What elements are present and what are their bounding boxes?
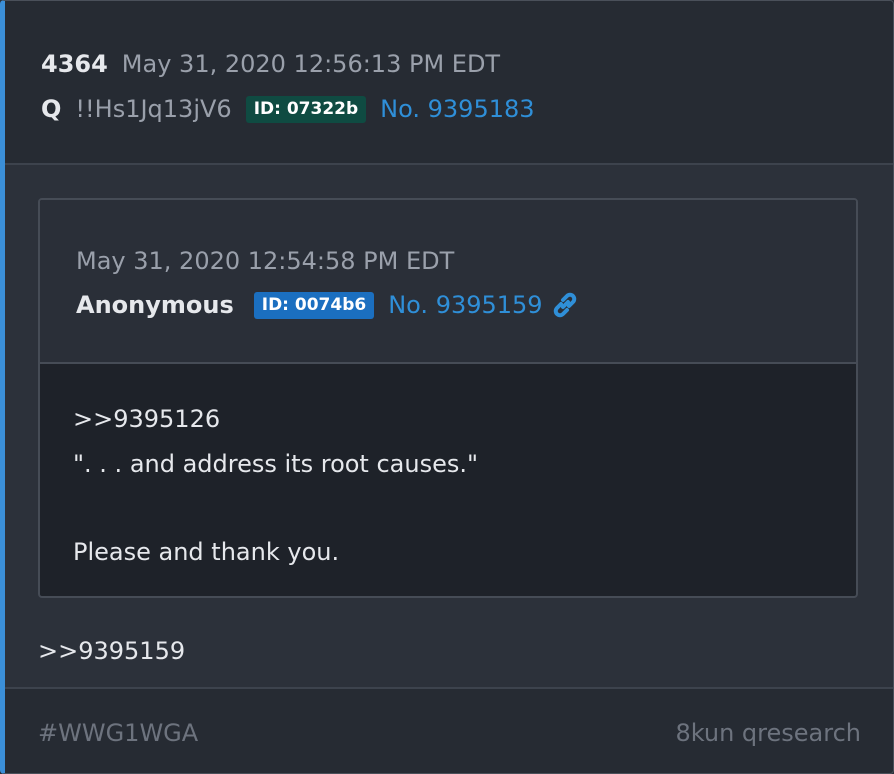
- post-timestamp: May 31, 2020 12:56:13 PM EDT: [121, 50, 501, 78]
- post-tripcode: !!Hs1Jq13jV6: [75, 95, 232, 123]
- quoted-line-reply[interactable]: >>9395126: [73, 405, 220, 433]
- post-reply-ref[interactable]: >>9395159: [38, 637, 185, 665]
- post-number: 4364: [41, 50, 108, 78]
- post-header: 4364 May 31, 2020 12:56:13 PM EDT Q !!Hs…: [5, 1, 893, 165]
- quoted-author: Anonymous: [76, 291, 234, 319]
- source-label: 8kun qresearch: [675, 719, 861, 747]
- post-card: 4364 May 31, 2020 12:56:13 PM EDT Q !!Hs…: [0, 0, 894, 774]
- quoted-timestamp: May 31, 2020 12:54:58 PM EDT: [76, 247, 455, 275]
- link-icon[interactable]: [551, 291, 579, 319]
- poster-id-badge[interactable]: ID: 07322b: [245, 95, 367, 123]
- post-meta-row: 4364 May 31, 2020 12:56:13 PM EDT: [41, 47, 500, 81]
- post-footer: #WWG1WGA 8kun qresearch: [5, 687, 893, 773]
- quoted-line-quote: ". . . and address its root causes.": [73, 450, 479, 478]
- post-number-link[interactable]: No. 9395183: [380, 95, 534, 123]
- quoted-id-badge[interactable]: ID: 0074b6: [253, 291, 375, 319]
- quoted-post-number-link[interactable]: No. 9395159: [388, 291, 542, 319]
- quoted-meta-row: May 31, 2020 12:54:58 PM EDT: [76, 244, 454, 278]
- quoted-post: May 31, 2020 12:54:58 PM EDT Anonymous I…: [38, 198, 858, 598]
- hashtag: #WWG1WGA: [38, 719, 199, 747]
- quoted-post-header: May 31, 2020 12:54:58 PM EDT Anonymous I…: [40, 200, 856, 364]
- quoted-line-thanks: Please and thank you.: [73, 538, 340, 566]
- post-author-row: Q !!Hs1Jq13jV6 ID: 07322b No. 9395183: [41, 91, 535, 127]
- quoted-author-row: Anonymous ID: 0074b6 No. 9395159: [76, 287, 579, 323]
- post-author: Q: [41, 95, 62, 123]
